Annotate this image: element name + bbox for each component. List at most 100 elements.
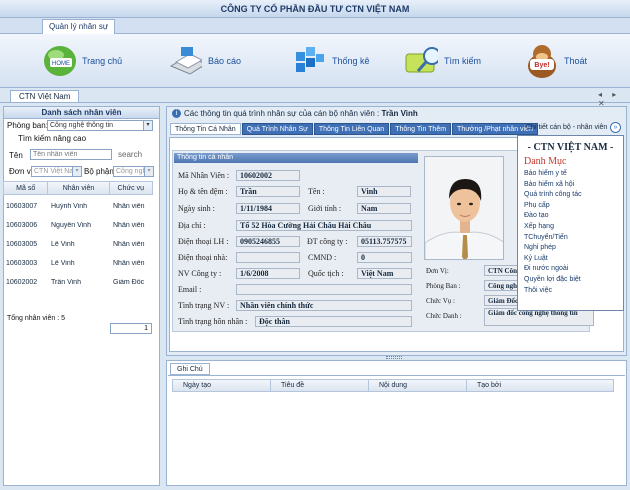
category-popup: - CTN VIỆT NAM - Danh Mục Bảo hiểm y tế … (517, 135, 624, 311)
employee-photo (424, 156, 504, 260)
start-date-field[interactable]: 1/6/2008 (236, 268, 300, 279)
info-employee-name: Trần Vinh (381, 109, 418, 118)
stats-button[interactable]: Thống kê (292, 40, 370, 82)
popup-category-list: Bảo hiểm y tế Bảo hiểm xã hội Quá trình … (524, 169, 623, 296)
menu-item-resignation[interactable]: Thôi việc (524, 286, 623, 297)
tab-extra-info[interactable]: Thông Tin Thêm (390, 123, 452, 135)
menu-item-transfer[interactable]: TChuyển/Tiến (524, 233, 623, 244)
subdept-label: Bộ phận (84, 167, 114, 176)
department-label: Phòng ban: (7, 121, 48, 130)
popup-company-title: - CTN VIỆT NAM - (527, 142, 614, 153)
menu-item-discipline[interactable]: Kỷ Luật (524, 254, 623, 265)
subdept-select[interactable]: Công nghệ ▾ (113, 166, 154, 177)
home-label: Trang chủ (82, 56, 123, 66)
collapse-icon[interactable]: » (610, 122, 621, 133)
info-icon: i (172, 109, 181, 118)
phone-label: Điện thoại LH : (178, 237, 229, 246)
column-name[interactable]: Nhân viên (48, 182, 110, 194)
ribbon-tab-hr[interactable]: Quản lý nhân sự (42, 19, 116, 34)
search-button[interactable]: Tìm kiếm (404, 40, 481, 82)
company-phone-field[interactable]: 05113.757575 (357, 236, 412, 247)
detail-title: Chi tiết cán bộ - nhân viên (526, 124, 608, 131)
home-button[interactable]: HOME Trang chủ (42, 40, 122, 82)
tab-notes[interactable]: Ghi Chú (170, 363, 210, 375)
address-label: Địa chỉ : (178, 221, 206, 230)
menu-item-allowance[interactable]: Phụ cấp (524, 201, 623, 212)
column-note-content[interactable]: Nội dung (369, 380, 467, 391)
gender-label: Giới tính : (308, 204, 342, 213)
first-name-field[interactable]: Vinh (357, 186, 411, 197)
job-title-field-label: Chức Danh : (426, 312, 462, 320)
nationality-field[interactable]: Việt Nam (357, 268, 412, 279)
menu-item-work-history[interactable]: Quá trình công tác (524, 190, 623, 201)
search-link[interactable]: search (118, 150, 142, 159)
id-card-label: CMND : (308, 253, 337, 262)
email-field[interactable] (236, 284, 412, 295)
gender-field[interactable]: Nam (357, 203, 411, 214)
svg-text:Bye!: Bye! (534, 62, 549, 69)
dob-field[interactable]: 1/11/1984 (236, 203, 300, 214)
notes-grid-header: Ngày tạo Tiêu đề Nội dung Tạo bởi (172, 379, 614, 392)
employee-list-panel: Danh sách nhân viên (3, 106, 160, 486)
exit-button[interactable]: Bye! Thoát (524, 40, 587, 82)
menu-item-ranking[interactable]: Xếp hạng (524, 222, 623, 233)
unit-label: Đơn vị (9, 167, 33, 176)
table-row[interactable]: 10603007 Huỳnh Vinh Nhân viên (3, 197, 153, 216)
tab-hr-process[interactable]: Quá Trình Nhân Sự (241, 123, 313, 135)
surname-label: Họ & tên đệm : (178, 187, 228, 196)
first-name-label: Tên : (308, 187, 325, 196)
name-search-input[interactable] (30, 149, 112, 160)
menu-item-abroad[interactable]: Đi nước ngoài (524, 264, 623, 275)
home-phone-field[interactable] (236, 252, 300, 263)
menu-item-health-insurance[interactable]: Bảo hiểm y tế (524, 169, 623, 180)
table-row[interactable]: 10603003 Lê Vinh Nhân viên (3, 254, 153, 273)
column-created-date[interactable]: Ngày tạo (173, 380, 271, 391)
detail-tabs: Thông Tin Cá Nhân Quá Trình Nhân Sự Thôn… (170, 123, 538, 135)
exit-monkey-icon: Bye! (524, 44, 558, 78)
window-title: CÔNG TY CỔ PHẦN ĐẦU TƯ CTN VIỆT NAM (0, 0, 630, 18)
column-created-by[interactable]: Tạo bởi (467, 380, 613, 391)
page-number[interactable]: 1 (110, 323, 152, 334)
search-label: Tìm kiếm (444, 56, 481, 66)
svg-text:HOME: HOME (52, 61, 70, 67)
document-tab-divider (0, 102, 630, 103)
column-id[interactable]: Mã số (4, 182, 49, 194)
menu-item-special-benefits[interactable]: Quyền lợi đặc biệt (524, 275, 623, 286)
employee-id-label: Mã Nhân Viên : (178, 171, 230, 180)
tab-personal-info[interactable]: Thông Tin Cá Nhân (170, 123, 241, 135)
chevron-down-icon: ▾ (72, 167, 81, 176)
surname-field[interactable]: Trần (236, 186, 300, 197)
menu-item-social-insurance[interactable]: Bảo hiểm xã hội (524, 180, 623, 191)
id-card-field[interactable]: 0 (357, 252, 412, 263)
report-button[interactable]: Báo cáo (168, 40, 241, 82)
popup-category-heading: Danh Mục (524, 156, 567, 167)
personal-info-section-header: Thông tin cá nhân (174, 153, 418, 163)
unit-select[interactable]: CTN Việt Nam ▾ (31, 166, 82, 177)
tab-related-info[interactable]: Thông Tin Liên Quan (313, 123, 390, 135)
stats-cube-icon (292, 44, 326, 78)
employee-status-field[interactable]: Nhân viên chính thức (236, 300, 412, 311)
menu-item-leave[interactable]: Nghỉ phép (524, 243, 623, 254)
table-row[interactable]: 10603005 Lê Vinh Nhân viên (3, 235, 153, 254)
employee-id-field[interactable]: 10602002 (236, 170, 300, 181)
tab-rewards[interactable]: Thưởng /Phạt nhân viên (452, 123, 538, 135)
address-field[interactable]: Tổ 52 Hòa Cường Hải Châu Hải Châu (236, 220, 412, 231)
department-select[interactable]: Công nghệ thông tin ▾ (47, 120, 153, 131)
marital-status-field[interactable]: Độc thân (255, 316, 412, 327)
stats-label: Thống kê (332, 56, 370, 66)
table-row[interactable]: 10602002 Trần Vinh Giám Đốc (3, 273, 153, 292)
ribbon-toolbar: HOME Trang chủ Báo cáo Thống kê Tìm kiếm… (0, 34, 630, 88)
menu-item-training[interactable]: Đào tạo (524, 211, 623, 222)
chevron-down-icon: ▾ (143, 121, 152, 130)
chevron-down-icon: ▾ (144, 167, 153, 176)
splitter-handle[interactable] (386, 356, 402, 359)
ribbon-tab-bar: Quản lý nhân sự (0, 18, 630, 34)
table-row[interactable]: 10603006 Nguyễn Vinh Nhân viên (3, 216, 153, 235)
position-field-label: Chức Vụ : (426, 297, 455, 305)
start-date-label: NV Công ty : (178, 269, 222, 278)
column-note-title[interactable]: Tiêu đề (271, 380, 369, 391)
unit-field-label: Đơn Vị: (426, 267, 449, 275)
column-position[interactable]: Chức vụ (110, 182, 152, 194)
marital-status-label: Tình trạng hôn nhân : (178, 317, 248, 326)
phone-field[interactable]: 0905246855 (236, 236, 300, 247)
